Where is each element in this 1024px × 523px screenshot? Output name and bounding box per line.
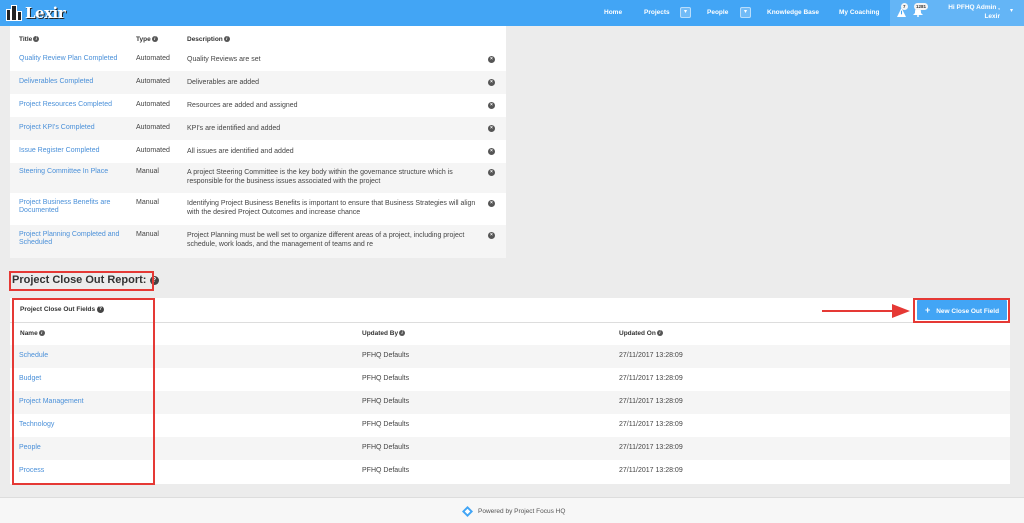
nav-people[interactable]: People <box>707 0 728 26</box>
annotation-box-button <box>913 298 1010 323</box>
header-type: Type i <box>136 36 158 43</box>
row-title-link[interactable]: Project KPI's Completed <box>19 124 127 132</box>
close-out-fields-panel: Project Close Out Fields ? + New Close Ou… <box>10 298 1010 484</box>
row-description: Identifying Project Business Benefits is… <box>187 200 476 216</box>
row-type: Manual <box>136 199 159 206</box>
remove-icon[interactable]: × <box>488 125 495 132</box>
row-title-link[interactable]: Project Business Benefits are Documented <box>19 199 127 215</box>
table-row: Budget PFHQ Defaults 27/11/2017 13:28:09 <box>10 368 1010 391</box>
info-circle-icon: i <box>656 330 663 337</box>
nav-projects[interactable]: Projects <box>644 0 670 26</box>
table-row: Deliverables Completed Automated Deliver… <box>10 71 506 94</box>
row-type: Automated <box>136 124 170 131</box>
info-circle-icon: i <box>151 36 158 43</box>
nav-home[interactable]: Home <box>604 0 622 26</box>
row-title-link[interactable]: Steering Committee In Place <box>19 168 127 176</box>
user-company: Lexir <box>984 13 1000 20</box>
updated-by: PFHQ Defaults <box>362 421 410 428</box>
updated-by: PFHQ Defaults <box>362 444 410 451</box>
row-description: A project Steering Committee is the key … <box>187 169 453 185</box>
annotation-arrow-icon <box>822 304 910 318</box>
remove-icon[interactable]: × <box>488 232 495 239</box>
remove-icon[interactable]: × <box>488 56 495 63</box>
top-navbar: Lexir Home Projects ▾ People ▾ Knowledge… <box>0 0 1024 26</box>
table-row: Project Management PFHQ Defaults 27/11/2… <box>10 391 1010 414</box>
remove-icon[interactable]: × <box>488 79 495 86</box>
row-description: All issues are identified and added <box>187 148 294 155</box>
header-updated-on: Updated On i <box>619 330 663 337</box>
header-description: Description i <box>187 36 230 43</box>
table-row: People PFHQ Defaults 27/11/2017 13:28:09 <box>10 437 1010 460</box>
row-description: Project Planning must be well set to org… <box>187 232 465 248</box>
updated-by: PFHQ Defaults <box>362 467 410 474</box>
row-type: Automated <box>136 55 170 62</box>
info-circle-icon: i <box>223 36 230 43</box>
remove-icon[interactable]: × <box>488 148 495 155</box>
user-greeting: Hi PFHQ Admin , <box>948 4 1000 11</box>
annotation-box-fields <box>12 298 155 485</box>
updated-on: 27/11/2017 13:28:09 <box>619 398 683 405</box>
table-row: Issue Register Completed Automated All i… <box>10 140 506 163</box>
row-description: Resources are added and assigned <box>187 102 298 109</box>
projects-dropdown-caret-icon[interactable]: ▾ <box>680 7 691 18</box>
header-updated-by: Updated By i <box>362 330 406 337</box>
row-title-link[interactable]: Deliverables Completed <box>19 78 127 86</box>
nav-knowledge-base[interactable]: Knowledge Base <box>767 0 819 26</box>
row-type: Automated <box>136 78 170 85</box>
row-type: Automated <box>136 101 170 108</box>
criteria-table: Title i Type i Description i Quality Review… <box>10 26 506 258</box>
user-menu[interactable]: Hi PFHQ Admin , Lexir <box>948 3 1000 21</box>
footer: Powered by Project Focus HQ <box>0 497 1024 523</box>
row-type: Automated <box>136 147 170 154</box>
updated-on: 27/11/2017 13:28:09 <box>619 352 683 359</box>
updated-on: 27/11/2017 13:28:09 <box>619 375 683 382</box>
nav-my-coaching[interactable]: My Coaching <box>839 0 879 26</box>
updated-on: 27/11/2017 13:28:09 <box>619 421 683 428</box>
notifications-badge: 1281 <box>914 3 929 10</box>
header-title: Title i <box>19 36 40 43</box>
row-title-link[interactable]: Project Planning Completed and Scheduled <box>19 231 127 247</box>
row-title-link[interactable]: Quality Review Plan Completed <box>19 55 127 63</box>
footer-text: Powered by Project Focus HQ <box>478 508 566 515</box>
row-type: Manual <box>136 168 159 175</box>
updated-on: 27/11/2017 13:28:09 <box>619 467 683 474</box>
row-description: KPI's are identified and added <box>187 125 281 132</box>
annotation-box-heading <box>9 271 154 291</box>
updated-by: PFHQ Defaults <box>362 352 410 359</box>
info-circle-icon: i <box>33 36 40 43</box>
row-description: Deliverables are added <box>187 79 259 86</box>
table-row: Technology PFHQ Defaults 27/11/2017 13:2… <box>10 414 1010 437</box>
table-row: Schedule PFHQ Defaults 27/11/2017 13:28:… <box>10 345 1010 368</box>
row-title-link[interactable]: Issue Register Completed <box>19 147 127 155</box>
remove-icon[interactable]: × <box>488 102 495 109</box>
row-type: Manual <box>136 231 159 238</box>
info-circle-icon: i <box>399 330 406 337</box>
footer-branding: Powered by Project Focus HQ <box>462 506 565 517</box>
project-focus-logo-icon <box>462 506 473 517</box>
updated-on: 27/11/2017 13:28:09 <box>619 444 683 451</box>
table-row: Project KPI's Completed Automated KPI's … <box>10 117 506 140</box>
table-row: Quality Review Plan Completed Automated … <box>10 49 506 71</box>
logo-building-icon <box>6 5 24 21</box>
table-row: Project Planning Completed and Scheduled… <box>10 225 506 258</box>
people-dropdown-caret-icon[interactable]: ▾ <box>740 7 751 18</box>
table-row: Process PFHQ Defaults 27/11/2017 13:28:0… <box>10 460 1010 483</box>
table-row: Steering Committee In Place Manual A pro… <box>10 163 506 193</box>
user-dropdown-caret-icon[interactable]: ▾ <box>1006 7 1017 18</box>
table-row: Project Business Benefits are Documented… <box>10 193 506 225</box>
remove-icon[interactable]: × <box>488 169 495 176</box>
logo-text: Lexir <box>25 4 66 22</box>
remove-icon[interactable]: × <box>488 200 495 207</box>
row-title-link[interactable]: Project Resources Completed <box>19 101 127 109</box>
table-row: Project Resources Completed Automated Re… <box>10 94 506 117</box>
row-description: Quality Reviews are set <box>187 56 261 63</box>
updated-by: PFHQ Defaults <box>362 398 410 405</box>
updated-by: PFHQ Defaults <box>362 375 410 382</box>
tasks-badge: 7 <box>901 3 908 10</box>
logo[interactable]: Lexir <box>6 3 66 23</box>
